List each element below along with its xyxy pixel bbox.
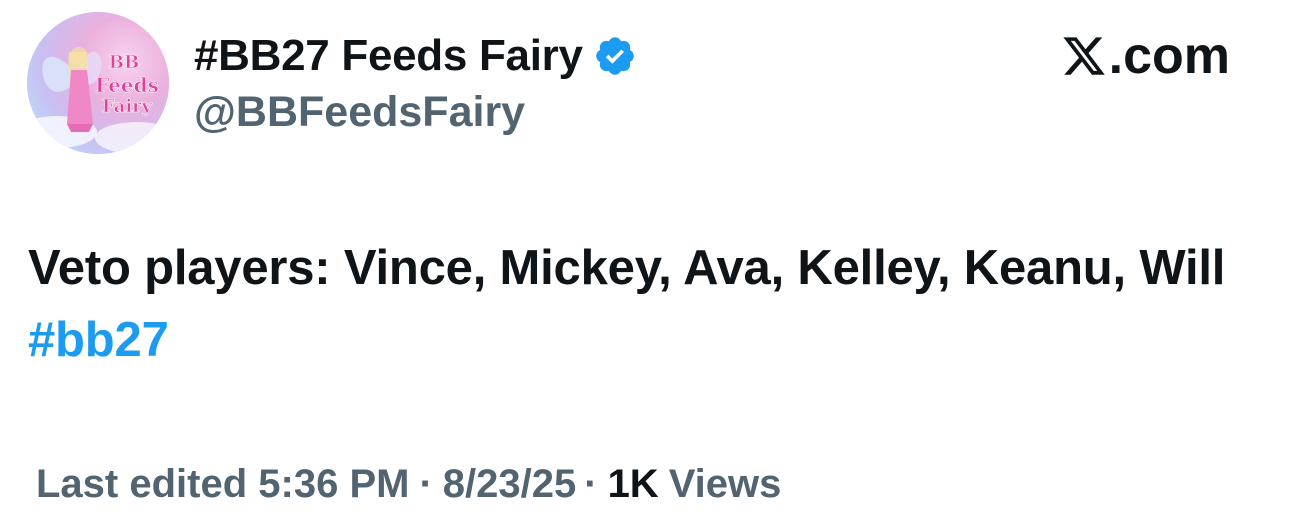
svg-text:BB: BB [109,52,139,73]
views-label: Views [668,461,782,506]
author-handle[interactable]: @BBFeedsFairy [194,88,525,137]
avatar-image: BB Feeds Fairy [27,12,169,154]
svg-text:Feeds: Feeds [95,73,159,97]
tweet-text: Veto players: Vince, Mickey, Ava, Kelley… [28,232,1248,376]
meta-separator: · [584,461,598,506]
edited-timestamp[interactable]: Last edited 5:36 PM [36,462,409,507]
display-name[interactable]: #BB27 Feeds Fairy [194,31,583,81]
brand-link[interactable]: .com [1061,26,1230,86]
meta-separator: · [419,461,433,506]
hashtag-link[interactable]: #bb27 [28,313,169,367]
tweet-body: Veto players: Vince, Mickey, Ava, Kelley… [28,241,1226,295]
svg-text:Fairy: Fairy [102,96,153,117]
tweet-date[interactable]: 8/23/25 [443,462,576,507]
avatar[interactable]: BB Feeds Fairy [27,12,169,154]
tweet-meta: Last edited 5:36 PM · 8/23/25 · 1K Views [36,456,781,512]
views-count[interactable]: 1K [608,462,659,507]
display-name-row: #BB27 Feeds Fairy [194,28,637,84]
verified-badge-icon [595,37,634,75]
tweet-card: BB Feeds Fairy #BB27 Feeds Fairy @BBFeed… [0,0,1290,522]
brand-label: .com [1108,27,1230,85]
x-logo-icon [1063,37,1105,75]
